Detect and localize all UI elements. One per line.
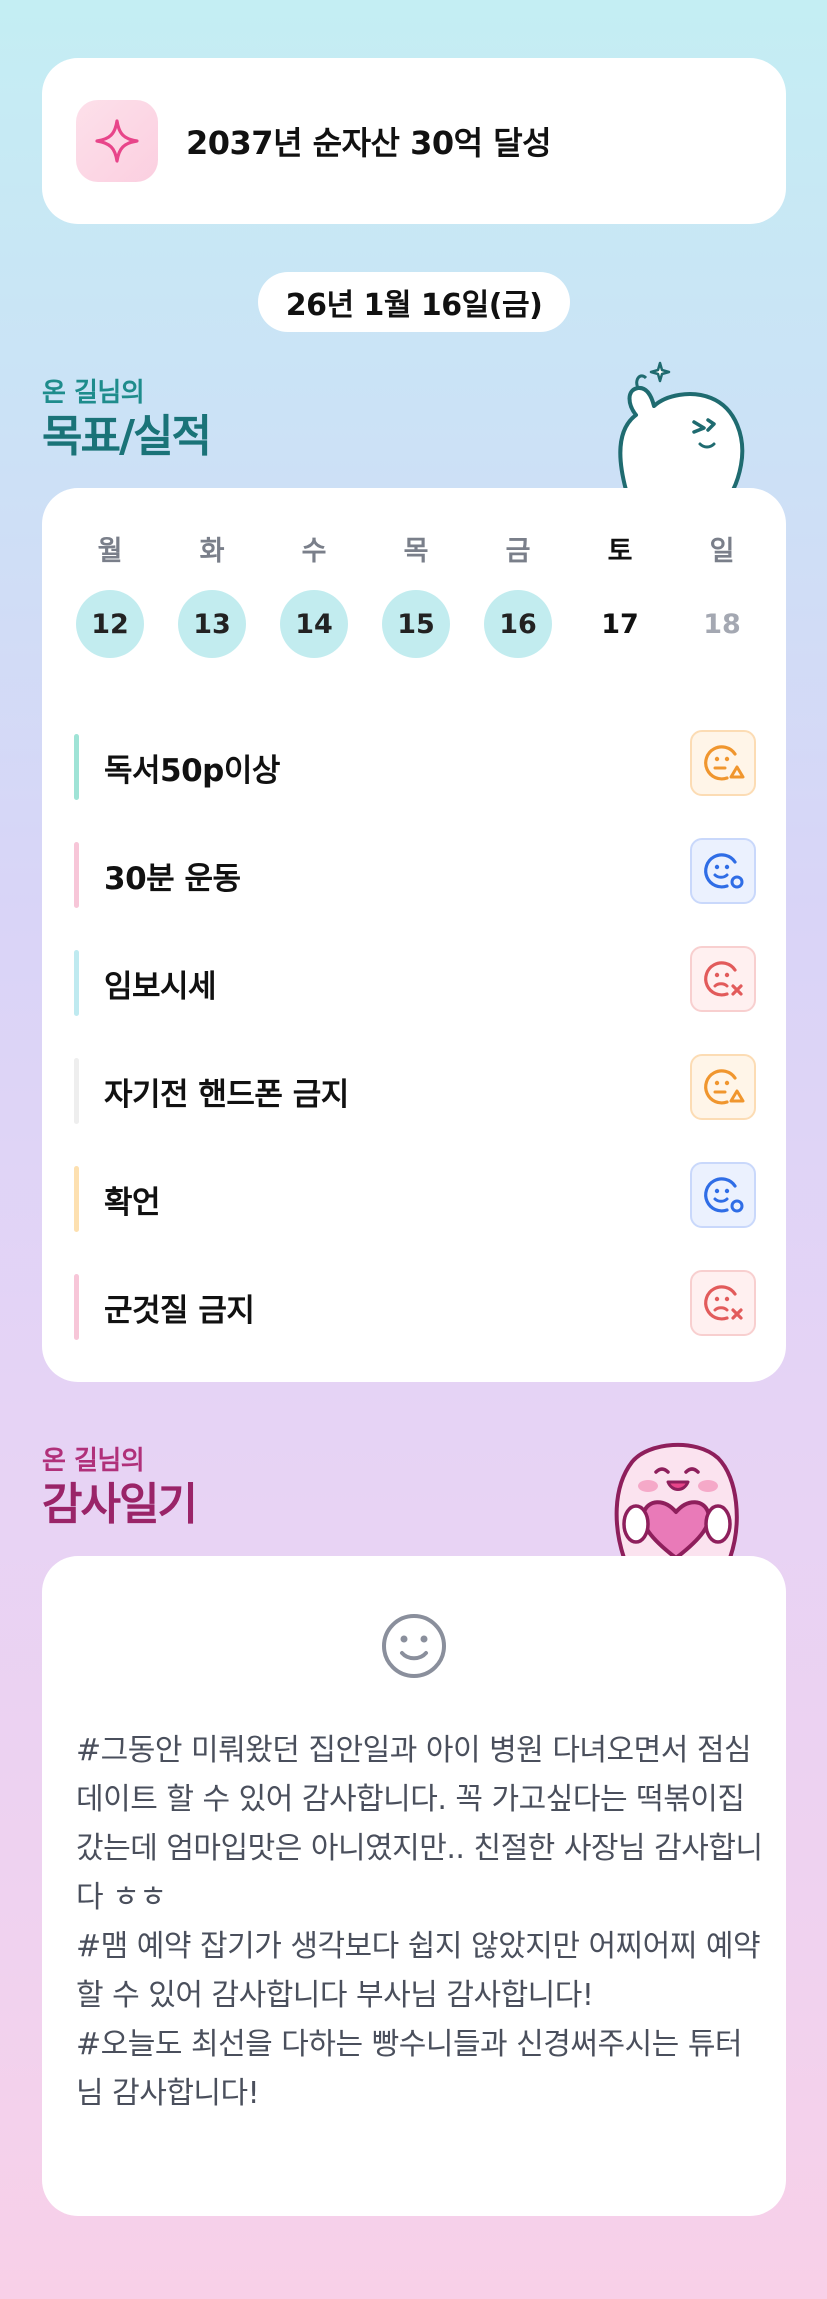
day-label: 토	[607, 536, 633, 567]
day-label: 일	[709, 536, 735, 567]
goal-card[interactable]: 2037년 순자산 30억 달성	[42, 58, 786, 224]
face-circle-icon[interactable]	[690, 838, 756, 904]
day-column[interactable]: 토 17	[586, 534, 654, 658]
face-triangle-icon[interactable]	[690, 730, 756, 796]
face-x-icon[interactable]	[690, 946, 756, 1012]
day-label: 금	[505, 536, 531, 567]
goal-label: 자기전 핸드폰 금지	[104, 1076, 349, 1113]
day-date[interactable]: 18	[688, 590, 756, 658]
day-label: 화	[199, 536, 225, 567]
goal-color-bar	[74, 1166, 79, 1232]
goal-label: 확언	[104, 1184, 161, 1221]
goals-section-title: 목표/실적	[42, 411, 212, 462]
goal-item[interactable]: 임보시세	[74, 918, 756, 1026]
goal-color-bar	[74, 950, 79, 1016]
goal-item[interactable]: 30분 운동	[74, 810, 756, 918]
day-column[interactable]: 일 18	[688, 534, 756, 658]
weekly-goals-card: 월 12 화 13 수 14 목 15 금 16 토 17 일 18 독서50p…	[42, 488, 786, 1382]
day-column[interactable]: 화 13	[178, 534, 246, 658]
goal-item[interactable]: 독서50p이상	[74, 702, 756, 810]
mascot-waving-icon	[618, 361, 745, 490]
goal-title: 2037년 순자산 30억 달성	[186, 124, 552, 162]
goal-color-bar	[74, 1058, 79, 1124]
mascot-heart-icon	[614, 1442, 739, 1558]
goal-label: 독서50p이상	[104, 752, 280, 789]
day-label: 수	[301, 536, 327, 567]
date-pill[interactable]: 26년 1월 16일(금)	[258, 272, 570, 332]
gratitude-journal-card[interactable]: #그동안 미뤄왔던 집안일과 아이 병원 다녀오면서 점심데이트 할 수 있어 …	[42, 1556, 786, 2216]
goal-label: 군것질 금지	[104, 1292, 255, 1329]
goal-color-bar	[74, 734, 79, 800]
goal-color-bar	[74, 842, 79, 908]
day-date[interactable]: 16	[484, 590, 552, 658]
face-x-icon[interactable]	[690, 1270, 756, 1336]
goal-label: 30분 운동	[104, 860, 241, 897]
goal-item[interactable]: 확언	[74, 1134, 756, 1242]
gratitude-text: #그동안 미뤄왔던 집안일과 아이 병원 다녀오면서 점심데이트 할 수 있어 …	[76, 1733, 763, 2111]
goal-item[interactable]: 자기전 핸드폰 금지	[74, 1026, 756, 1134]
day-label: 월	[97, 536, 123, 567]
day-date[interactable]: 12	[76, 590, 144, 658]
day-column[interactable]: 금 16	[484, 534, 552, 658]
face-triangle-icon[interactable]	[690, 1054, 756, 1120]
goal-color-bar	[74, 1274, 79, 1340]
day-date[interactable]: 15	[382, 590, 450, 658]
goal-list: 독서50p이상 30분 운동 임보시세 자기전 핸드폰 금지 확언 군것질 금지	[74, 702, 756, 1350]
goal-label: 임보시세	[104, 968, 217, 1005]
day-date[interactable]: 14	[280, 590, 348, 658]
thanks-section-title: 감사일기	[42, 1479, 198, 1530]
day-column[interactable]: 수 14	[280, 534, 348, 658]
goal-item[interactable]: 군것질 금지	[74, 1242, 756, 1350]
day-date[interactable]: 17	[586, 590, 654, 658]
face-circle-icon[interactable]	[690, 1162, 756, 1228]
sparkle-icon	[76, 100, 158, 182]
day-column[interactable]: 월 12	[76, 534, 144, 658]
week-calendar: 월 12 화 13 수 14 목 15 금 16 토 17 일 18	[76, 534, 756, 658]
day-column[interactable]: 목 15	[382, 534, 450, 658]
day-label: 목	[403, 536, 429, 567]
smile-icon	[382, 1614, 446, 1678]
day-date[interactable]: 13	[178, 590, 246, 658]
